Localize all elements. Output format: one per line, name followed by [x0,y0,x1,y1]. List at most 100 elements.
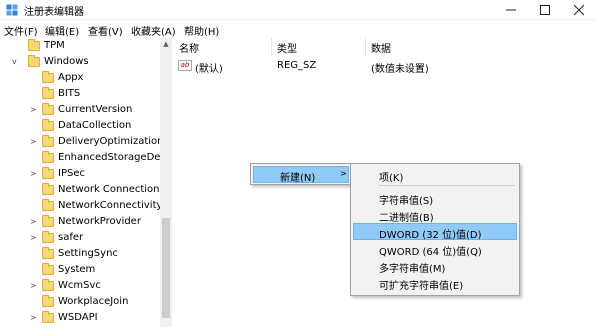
tree-item-bits[interactable]: BITS [0,86,160,102]
expand-arrow-icon[interactable] [30,121,38,131]
tree-item-label: NetworkProvider [58,216,141,227]
column-header-name[interactable]: 名称 [179,40,199,55]
menu-view[interactable]: 查看(V) [88,23,123,38]
column-divider[interactable] [365,38,366,56]
close-button[interactable] [562,0,596,20]
tree-item-label: EnhancedStorageDev [58,152,167,163]
tree-item-settingsync[interactable]: SettingSync [0,246,160,262]
menu-file[interactable]: 文件(F) [4,23,38,38]
tree-item-ipsec[interactable]: > IPSec [0,166,160,182]
folder-icon [42,231,54,243]
menu-bar: 文件(F) 编辑(E) 查看(V) 收藏夹(A) 帮助(H) [0,21,596,38]
maximize-button[interactable] [528,0,562,20]
menu-help[interactable]: 帮助(H) [184,23,219,38]
table-row[interactable]: ab (默认) REG_SZ (数值未设置) [175,58,596,75]
submenu-item-label: 二进制值(B) [379,213,434,224]
new-menu-label: 新建(N) [280,173,316,184]
tree-item-label: Windows [44,56,89,67]
tree-scrollbar[interactable]: ▲ [160,38,172,327]
folder-icon [42,71,54,83]
tree-item-networkconnectivity[interactable]: NetworkConnectivityS [0,198,169,214]
expand-arrow-icon[interactable] [30,153,38,163]
tree-item-tpm[interactable]: TPM [0,38,160,54]
folder-open-icon [28,55,40,67]
folder-icon [42,247,54,259]
tree-item-safer[interactable]: > safer [0,230,160,246]
tree-item-label: WcmSvc [58,280,101,291]
folder-icon [42,103,54,115]
expand-arrow-icon[interactable] [30,185,38,195]
tree-item-label: NetworkConnectivityS [58,200,169,211]
expand-arrow-icon[interactable]: > [30,169,38,179]
submenu-item-dword-value[interactable]: DWORD (32 位)值(D) [353,223,517,241]
tree-item-label: BITS [58,88,81,99]
expand-arrow-icon[interactable]: > [30,281,38,291]
tree-item-currentversion[interactable]: > CurrentVersion [0,102,160,118]
column-header-type[interactable]: 类型 [277,40,297,55]
tree-item-enhancedstoragedev[interactable]: EnhancedStorageDev [0,150,166,166]
submenu-item-label: 项(K) [379,173,404,184]
string-value-icon: ab [178,60,192,71]
submenu-item-expandable-string-value[interactable]: 可扩充字符串值(E) [353,274,517,292]
submenu-item-string-value[interactable]: 字符串值(S) [353,189,517,207]
scrollbar-thumb[interactable] [162,218,170,318]
submenu-item-label: DWORD (32 位)值(D) [379,230,482,241]
regedit-app-icon [6,4,18,16]
submenu-item-binary-value[interactable]: 二进制值(B) [353,206,517,224]
context-menu: 新建(N) > [250,163,352,185]
expand-arrow-icon[interactable] [30,265,38,275]
folder-icon [42,215,54,227]
tree-item-workplacejoin[interactable]: WorkplaceJoin [0,294,160,310]
expand-arrow-icon[interactable] [30,73,38,83]
tree-item-system[interactable]: System [0,262,160,278]
tree-item-windows[interactable]: v Windows [0,54,160,70]
folder-icon [42,183,54,195]
expand-arrow-icon[interactable]: > [30,105,38,115]
column-header-data[interactable]: 数据 [371,40,391,55]
expand-arrow-icon[interactable] [30,201,38,211]
expand-arrow-icon[interactable]: > [30,313,38,323]
tree-item-label: WSDAPI [58,312,98,323]
menu-edit[interactable]: 编辑(E) [45,23,79,38]
minimize-icon [506,9,516,11]
close-icon [574,5,584,15]
expand-arrow-icon[interactable] [30,249,38,259]
expand-arrow-icon[interactable] [30,297,38,307]
tree-item-label: DataCollection [58,120,132,131]
tree-item-wsdapi[interactable]: > WSDAPI [0,310,160,326]
submenu-item-key[interactable]: 项(K) [353,166,517,184]
tree-item-label: WorkplaceJoin [58,296,129,307]
new-submenu: 项(K) 字符串值(S) 二进制值(B) DWORD (32 位)值(D) QW… [350,163,520,296]
registry-tree: TPM v Windows Appx BITS > CurrentVersion… [0,38,172,327]
submenu-item-label: QWORD (64 位)值(Q) [379,247,482,258]
value-type: REG_SZ [277,60,317,71]
expand-arrow-icon[interactable]: > [30,137,38,147]
tree-item-wcmsvc[interactable]: > WcmSvc [0,278,160,294]
submenu-item-multi-string-value[interactable]: 多字符串值(M) [353,257,517,275]
submenu-item-qword-value[interactable]: QWORD (64 位)值(Q) [353,240,517,258]
submenu-arrow-icon: > [340,169,347,178]
tree-item-datacollection[interactable]: DataCollection [0,118,160,134]
menu-favorites[interactable]: 收藏夹(A) [131,23,176,38]
expand-arrow-icon[interactable] [30,89,38,99]
folder-icon [42,119,54,131]
tree-item-label: safer [58,232,84,243]
folder-icon [42,87,54,99]
context-menu-item-new[interactable]: 新建(N) > [253,166,349,184]
tree-item-label: Network Connections [58,184,165,195]
folder-icon [42,167,54,179]
collapse-arrow-icon[interactable]: v [12,57,20,67]
tree-item-network-connections[interactable]: Network Connections [0,182,165,198]
tree-item-networkprovider[interactable]: > NetworkProvider [0,214,160,230]
tree-item-appx[interactable]: Appx [0,70,160,86]
minimize-button[interactable] [494,0,528,20]
tree-item-deliveryoptimization[interactable]: > DeliveryOptimization [0,134,163,150]
expand-arrow-icon[interactable]: > [30,233,38,243]
folder-icon [42,279,54,291]
column-divider[interactable] [271,38,272,56]
folder-icon [28,39,40,51]
expand-arrow-icon[interactable] [18,41,26,51]
expand-arrow-icon[interactable]: > [30,217,38,227]
scroll-up-icon[interactable]: ▲ [160,38,172,50]
value-name: (默认) [195,64,223,75]
